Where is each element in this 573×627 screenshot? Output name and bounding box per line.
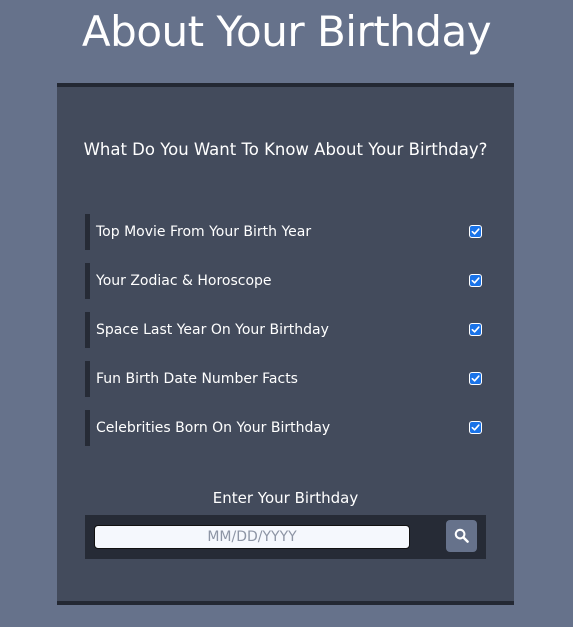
checkmark-icon bbox=[471, 277, 480, 284]
option-number-facts[interactable]: Fun Birth Date Number Facts bbox=[85, 361, 485, 397]
page: About Your Birthday What Do You Want To … bbox=[0, 0, 573, 627]
option-label: Fun Birth Date Number Facts bbox=[96, 371, 298, 387]
option-celebrities[interactable]: Celebrities Born On Your Birthday bbox=[85, 410, 485, 446]
option-checkbox[interactable] bbox=[470, 422, 481, 433]
checkmark-icon bbox=[471, 326, 480, 333]
enter-birthday-label: Enter Your Birthday bbox=[212, 489, 359, 507]
checkmark-icon bbox=[471, 228, 480, 235]
option-zodiac[interactable]: Your Zodiac & Horoscope bbox=[85, 263, 485, 299]
option-label: Celebrities Born On Your Birthday bbox=[96, 420, 331, 436]
birthday-date-input[interactable] bbox=[94, 525, 410, 549]
checkmark-icon bbox=[471, 424, 480, 431]
option-checkbox[interactable] bbox=[470, 373, 481, 384]
birthday-form-card: What Do You Want To Know About Your Birt… bbox=[57, 83, 514, 605]
option-checkbox[interactable] bbox=[470, 226, 481, 237]
question-heading: What Do You Want To Know About Your Birt… bbox=[83, 140, 488, 159]
option-label: Top Movie From Your Birth Year bbox=[96, 224, 312, 240]
option-checkbox[interactable] bbox=[470, 275, 481, 286]
search-button[interactable] bbox=[446, 520, 477, 552]
option-space[interactable]: Space Last Year On Your Birthday bbox=[85, 312, 485, 348]
search-icon bbox=[454, 528, 469, 543]
page-title: About Your Birthday bbox=[81, 7, 492, 56]
option-top-movie[interactable]: Top Movie From Your Birth Year bbox=[85, 214, 485, 250]
checkmark-icon bbox=[471, 375, 480, 382]
option-checkbox[interactable] bbox=[470, 324, 481, 335]
option-label: Space Last Year On Your Birthday bbox=[96, 322, 329, 338]
birthday-input-bar bbox=[85, 515, 486, 559]
option-label: Your Zodiac & Horoscope bbox=[96, 273, 272, 289]
